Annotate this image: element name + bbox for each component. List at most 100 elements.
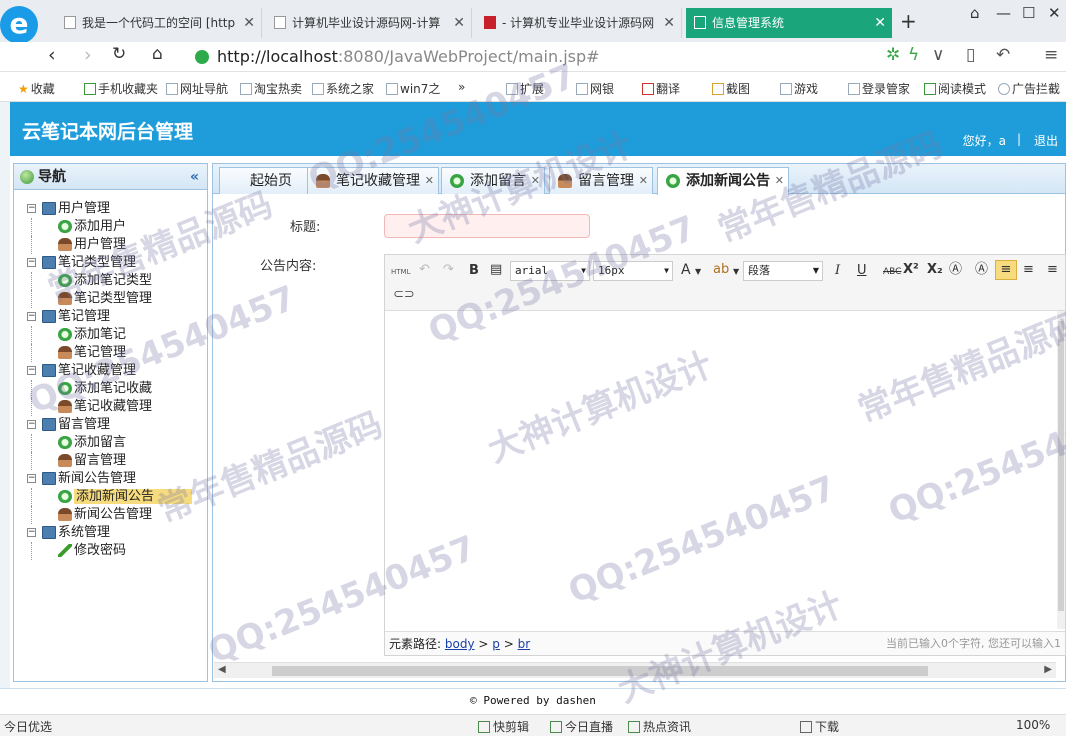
sidebar-item[interactable]: 添加新闻公告 (14, 488, 207, 506)
redo-icon[interactable]: ↷ (443, 262, 454, 278)
scroll-right-icon[interactable]: ▶ (1044, 664, 1052, 675)
bookmark-item[interactable]: 系统之家 (312, 80, 374, 97)
bookmark-item[interactable]: win7之 (386, 80, 440, 97)
font-color-button[interactable]: A (681, 262, 691, 278)
close-icon[interactable]: ✕ (243, 8, 255, 38)
align-center-icon[interactable]: ≡ (1023, 262, 1034, 278)
collapse-toggle-icon[interactable]: − (27, 366, 36, 375)
tab-home[interactable]: 起始页 (219, 167, 309, 194)
sidebar-item[interactable]: 添加笔记收藏 (14, 380, 207, 398)
extensions-button[interactable]: 扩展 (506, 80, 544, 97)
align-right-icon[interactable]: ≡ (1047, 262, 1058, 278)
sidebar-item[interactable]: 笔记类型管理 (14, 290, 207, 308)
sidebar-group[interactable]: − 留言管理 (14, 416, 207, 434)
font-size-select[interactable]: 16px ▼ (593, 261, 673, 281)
bookmark-item[interactable]: 淘宝热卖 (240, 80, 302, 97)
window-close-icon[interactable]: ✕ (1048, 4, 1061, 22)
bookmark-item[interactable]: ★ 收藏 (18, 80, 55, 97)
sidebar-item[interactable]: 修改密码 (14, 542, 207, 560)
paragraph-select[interactable]: 段落 ▼ (743, 261, 823, 281)
sidebar-group[interactable]: − 笔记类型管理 (14, 254, 207, 272)
status-item[interactable]: 热点资讯 (628, 718, 691, 735)
tab-add-message[interactable]: 添加留言 ✕ (441, 167, 545, 194)
font-family-select[interactable]: arial ▼ (510, 261, 590, 281)
editor-body[interactable] (385, 311, 1057, 629)
games-button[interactable]: 游戏 (780, 80, 818, 97)
sidebar-item[interactable]: 添加用户 (14, 218, 207, 236)
status-item[interactable]: 今日直播 (550, 718, 613, 735)
adblock-button[interactable]: 广告拦截 (998, 80, 1060, 97)
bolt-icon[interactable]: ϟ (908, 45, 919, 65)
scroll-thumb[interactable] (1058, 321, 1064, 611)
scroll-thumb[interactable] (272, 666, 928, 676)
horizontal-scrollbar[interactable]: ◀ ▶ (214, 662, 1056, 678)
bookmark-item[interactable]: 网址导航 (166, 80, 228, 97)
collapse-toggle-icon[interactable]: − (27, 204, 36, 213)
menu-icon[interactable]: ≡ (1044, 45, 1058, 65)
bold-button[interactable]: B (469, 263, 479, 279)
screenshot-button[interactable]: 截图 (712, 80, 750, 97)
close-icon[interactable]: ✕ (531, 168, 540, 194)
font-border-icon[interactable]: Ⓐ (975, 262, 988, 278)
logout-link[interactable]: 退出 (1034, 132, 1058, 149)
bank-button[interactable]: 网银 (576, 80, 614, 97)
sidebar-item[interactable]: 用户管理 (14, 236, 207, 254)
sidebar-group[interactable]: − 笔记收藏管理 (14, 362, 207, 380)
reader-mode-button[interactable]: 阅读模式 (924, 80, 986, 97)
sidebar-item[interactable]: 新闻公告管理 (14, 506, 207, 524)
forward-icon[interactable]: › (84, 44, 92, 66)
login-manager-button[interactable]: 登录管家 (848, 80, 910, 97)
subscript-button[interactable]: X₂ (927, 262, 943, 278)
close-icon[interactable]: ✕ (639, 168, 648, 194)
align-left-icon[interactable]: ≡ (995, 260, 1017, 280)
undo-icon[interactable]: ↶ (996, 45, 1010, 65)
italic-button[interactable]: I (835, 263, 840, 279)
clear-format-icon[interactable]: Ⓐ (949, 262, 962, 278)
translate-button[interactable]: 翻译 (642, 80, 680, 97)
title-input[interactable] (384, 214, 590, 238)
more-bookmarks-button[interactable]: » (458, 80, 465, 94)
close-icon[interactable]: ✕ (775, 168, 784, 194)
sidebar-group[interactable]: − 新闻公告管理 (14, 470, 207, 488)
url-field[interactable]: http://localhost:8080/JavaWebProject/mai… (193, 45, 938, 69)
tab-messages[interactable]: 留言管理 ✕ (549, 167, 653, 194)
sidebar-group[interactable]: − 笔记管理 (14, 308, 207, 326)
close-icon[interactable]: ✕ (874, 8, 886, 38)
daily-picks-link[interactable]: 今日优选 (4, 718, 52, 735)
sidebar-item[interactable]: 添加笔记 (14, 326, 207, 344)
sidebar-item[interactable]: 留言管理 (14, 452, 207, 470)
sync-icon[interactable]: ✲ (886, 45, 900, 65)
tab-note-favorites[interactable]: 笔记收藏管理 ✕ (307, 167, 439, 194)
link-icon[interactable]: ⊂⊃ (393, 287, 415, 303)
back-icon[interactable]: ‹ (48, 44, 56, 66)
browser-tab-active[interactable]: 信息管理系统 ✕ (686, 8, 892, 38)
sidebar-item[interactable]: 添加笔记类型 (14, 272, 207, 290)
home-icon[interactable]: ⌂ (152, 44, 163, 64)
collapse-toggle-icon[interactable]: − (27, 528, 36, 537)
chevron-down-icon[interactable]: ∨ (932, 45, 944, 65)
dropdown-icon[interactable]: ▼ (695, 264, 701, 280)
highlight-icon[interactable]: ab (713, 262, 729, 278)
html-source-button[interactable]: HTML (391, 264, 410, 280)
scroll-left-icon[interactable]: ◀ (218, 664, 226, 675)
sidebar-group[interactable]: − 用户管理 (14, 200, 207, 218)
strikethrough-button[interactable]: ABC (883, 264, 901, 280)
collapse-toggle-icon[interactable]: − (27, 258, 36, 267)
tab-add-news[interactable]: 添加新闻公告 ✕ (657, 167, 789, 195)
collapse-icon[interactable]: « (190, 164, 199, 190)
editor-scrollbar[interactable] (1057, 311, 1065, 629)
reload-icon[interactable]: ↻ (112, 44, 126, 64)
close-icon[interactable]: ✕ (453, 8, 465, 38)
collapse-toggle-icon[interactable]: − (27, 474, 36, 483)
collapse-toggle-icon[interactable]: − (27, 312, 36, 321)
superscript-button[interactable]: X² (903, 262, 919, 278)
close-icon[interactable]: ✕ (425, 168, 434, 194)
zoom-level[interactable]: 100% (1016, 718, 1050, 732)
format-paint-icon[interactable]: ▤ (490, 262, 502, 278)
path-body-link[interactable]: body (445, 637, 475, 651)
browser-tab[interactable]: 我是一个代码工的空间 [http ✕ (56, 8, 262, 38)
close-icon[interactable]: ✕ (663, 8, 675, 38)
browser-tab[interactable]: 计算机毕业设计源码网-计算 ✕ (266, 8, 472, 38)
device-icon[interactable]: ▯ (966, 45, 975, 65)
sidebar-item[interactable]: 笔记管理 (14, 344, 207, 362)
